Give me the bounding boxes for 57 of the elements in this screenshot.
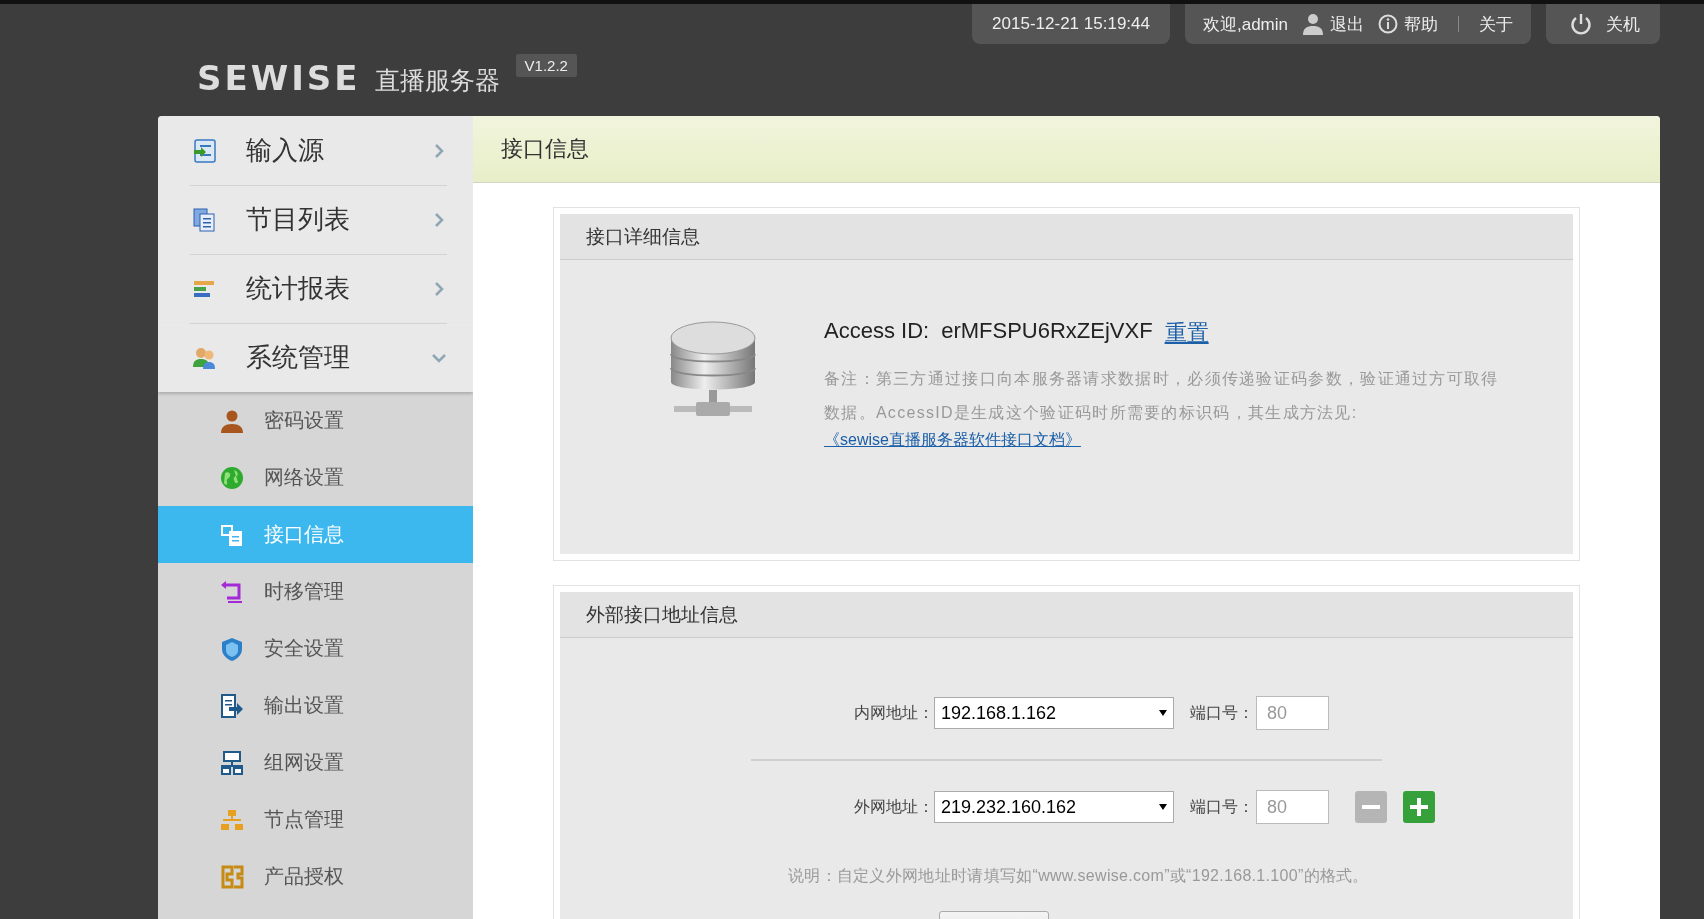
menu-icon xyxy=(220,864,244,889)
field-label: 端口号： xyxy=(1190,796,1254,817)
menu-item[interactable]: 节目列表 xyxy=(158,185,473,254)
submenu-item[interactable]: 输出设置 xyxy=(158,677,473,734)
logout-link[interactable]: 退出 xyxy=(1302,12,1364,36)
submenu-item[interactable]: 节点管理 xyxy=(158,791,473,848)
datetime-text: 2015-12-21 15:19:44 xyxy=(992,14,1150,34)
address-dropdown[interactable]: 219.232.160.162 xyxy=(934,791,1174,823)
menu-icon xyxy=(220,522,244,547)
port-field[interactable]: 80 xyxy=(1256,790,1329,824)
user-icon xyxy=(1302,13,1324,35)
access-id-label: Access ID: xyxy=(824,318,930,345)
submenu-item[interactable]: 组网设置 xyxy=(158,734,473,791)
menu-icon xyxy=(220,408,244,433)
page-title: 接口信息 xyxy=(473,116,1660,183)
plus-icon xyxy=(1410,798,1428,816)
submenu-item[interactable]: 网络设置 xyxy=(158,449,473,506)
menu-item[interactable]: 统计报表 xyxy=(158,254,473,323)
about-link[interactable]: 关于 xyxy=(1479,12,1513,36)
help-link[interactable]: 帮助 xyxy=(1378,12,1438,36)
port-field[interactable]: 80 xyxy=(1256,696,1329,730)
field-label: 内网地址： xyxy=(853,702,934,723)
field-label: 外网地址： xyxy=(853,796,934,817)
version-badge: V1.2.2 xyxy=(515,54,577,77)
submenu-item[interactable]: 密码设置 xyxy=(158,392,473,449)
menu-icon xyxy=(220,579,244,604)
menu-item[interactable]: 系统管理 xyxy=(158,323,473,392)
menu-item[interactable]: 输入源 xyxy=(158,116,473,185)
product-name: 直播服务器 xyxy=(374,65,500,96)
info-icon xyxy=(1378,14,1398,34)
menu-icon xyxy=(220,807,244,832)
access-id-value: erMFSPU6RxZEjVXF xyxy=(941,318,1153,345)
menu-icon xyxy=(192,137,218,164)
menu-icon xyxy=(220,465,244,490)
caret-icon xyxy=(1159,804,1167,810)
remove-button[interactable] xyxy=(1355,791,1387,823)
menu-icon xyxy=(220,693,244,718)
minus-icon xyxy=(1362,805,1380,809)
panel-header: 外部接口地址信息 xyxy=(560,592,1573,638)
menu-icon xyxy=(220,750,244,775)
submenu-item[interactable]: 产品授权 xyxy=(158,848,473,905)
menu-icon xyxy=(220,636,244,661)
field-label: 端口号： xyxy=(1190,702,1254,723)
welcome-text: 欢迎,admin xyxy=(1202,13,1288,36)
doc-link[interactable]: 《sewise直播服务器软件接口文档》 xyxy=(824,431,1081,448)
add-button[interactable] xyxy=(1403,791,1435,823)
hint-text: 说明：自定义外网地址时请填写如“www.sewise.com”或“192.168.1.100”的格式。 xyxy=(787,866,1370,886)
submenu-item[interactable]: 安全设置 xyxy=(158,620,473,677)
panel-header: 接口详细信息 xyxy=(560,214,1573,260)
address-dropdown[interactable]: 192.168.1.162 xyxy=(934,697,1174,729)
caret-icon xyxy=(1159,710,1167,716)
brand-logo: SEWISE xyxy=(197,58,361,98)
note-text: 备注：第三方通过接口向本服务器请求数据时，必须传递验证码参数，验证通过方可取得数据。AccessID是生成这个验证码时所需要的标识码，其生成方法见: xyxy=(824,369,1500,423)
menu-icon xyxy=(192,206,218,233)
power-icon xyxy=(1570,13,1592,35)
reset-link[interactable]: 重置 xyxy=(1164,318,1209,348)
submenu-item[interactable]: 时移管理 xyxy=(158,563,473,620)
